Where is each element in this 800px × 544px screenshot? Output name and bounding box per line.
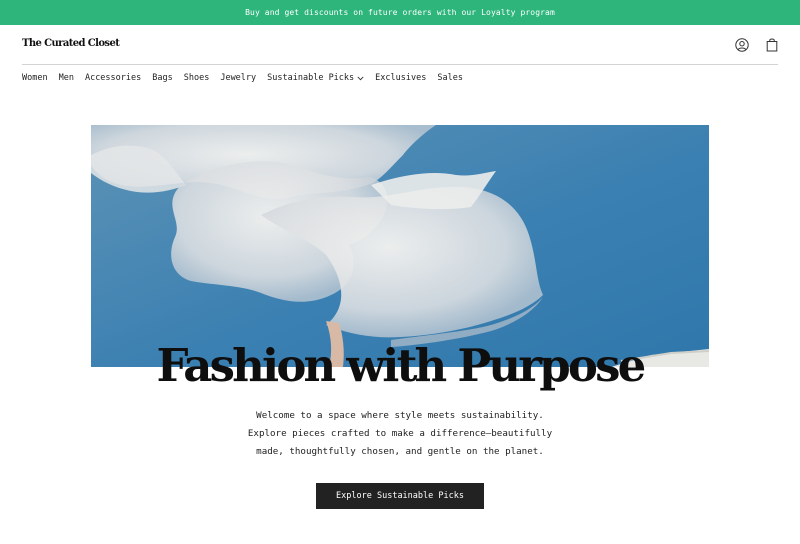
hero-image: [91, 125, 709, 367]
announcement-text: Buy and get discounts on future orders w…: [245, 8, 555, 17]
nav-item-men[interactable]: Men: [59, 73, 74, 83]
hero-subtext-line: Welcome to a space where style meets sus…: [256, 410, 544, 421]
shopping-bag-icon[interactable]: [764, 37, 780, 53]
hero-subtext: Welcome to a space where style meets sus…: [0, 407, 800, 461]
nav-item-jewelry[interactable]: Jewelry: [220, 73, 256, 83]
hero-subtext-line: made, thoughtfully chosen, and gentle on…: [256, 446, 544, 457]
nav-item-sustainable-picks[interactable]: Sustainable Picks: [267, 73, 364, 83]
account-icon[interactable]: [734, 37, 750, 53]
nav-item-exclusives[interactable]: Exclusives: [375, 73, 426, 83]
main-nav: Women Men Accessories Bags Shoes Jewelry…: [22, 71, 474, 85]
hero-headline: Fashion with Purpose: [156, 339, 647, 392]
hero-subtext-line: Explore pieces crafted to make a differe…: [247, 428, 553, 439]
announcement-bar: Buy and get discounts on future orders w…: [0, 0, 800, 25]
nav-item-women[interactable]: Women: [22, 73, 48, 83]
nav-item-sales[interactable]: Sales: [437, 73, 463, 83]
nav-item-shoes[interactable]: Shoes: [184, 73, 210, 83]
site-logo[interactable]: The Curated Closet: [22, 38, 120, 49]
nav-item-accessories[interactable]: Accessories: [85, 73, 141, 83]
site-header: The Curated Closet: [22, 25, 778, 65]
nav-item-sustainable-picks-label: Sustainable Picks: [267, 73, 355, 83]
chevron-down-icon: [357, 76, 364, 80]
explore-sustainable-picks-button[interactable]: Explore Sustainable Picks: [316, 483, 484, 509]
nav-item-bags[interactable]: Bags: [152, 73, 172, 83]
